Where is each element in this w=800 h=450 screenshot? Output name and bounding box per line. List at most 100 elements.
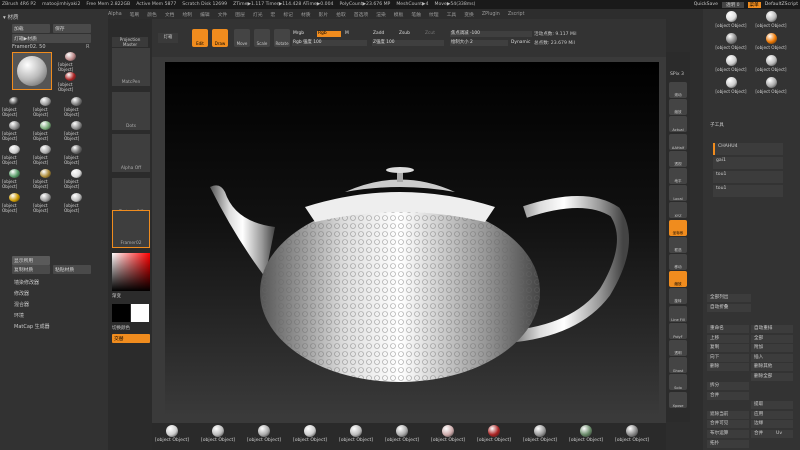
shelf-item[interactable]: [object Object] [522, 425, 558, 443]
menu-item[interactable]: 文件 [218, 11, 228, 18]
tool-thumbnail[interactable]: Dots [112, 92, 150, 130]
copy-material-button[interactable]: 复制材质 [12, 265, 50, 274]
material-subpalette[interactable]: MatCap 生成器 [14, 323, 50, 330]
menu-button[interactable]: 菜单 [747, 1, 761, 8]
spix-slider[interactable]: SPix 3 [670, 72, 684, 77]
shelf-item[interactable]: [object Object] [246, 425, 282, 443]
material-item[interactable]: [object Object] [2, 193, 26, 213]
subtool-action-button[interactable]: 删除其他 [751, 363, 793, 371]
zcut-button[interactable]: Zcut [424, 31, 444, 37]
menu-item[interactable]: 颜色 [147, 11, 157, 18]
subtool-action-button[interactable]: 合并可见 [707, 420, 749, 428]
material-item[interactable]: [object Object] [2, 97, 26, 117]
move-button[interactable]: Move [234, 29, 250, 47]
view-control-icon[interactable]: 移动 [669, 254, 687, 270]
tool-item[interactable]: [object Object] [753, 11, 789, 31]
main-color-swatch[interactable] [112, 304, 130, 322]
menu-item[interactable]: 变换 [464, 11, 474, 18]
view-control-icon[interactable]: XYZ [669, 202, 687, 219]
menu-item[interactable]: 绘制 [182, 11, 192, 18]
switch-color-button[interactable]: 切换颜色 [112, 325, 130, 331]
subtool-header[interactable]: 子工具 [707, 122, 797, 130]
view-control-icon[interactable]: 坐标系 [669, 219, 687, 236]
material-subpalette[interactable]: 墙染修改器 [14, 279, 39, 286]
shelf-item[interactable]: [object Object] [384, 425, 420, 443]
shelf-item[interactable]: [object Object] [476, 425, 512, 443]
teapot-model[interactable] [165, 62, 659, 417]
list-all-button[interactable]: 全部列出 [707, 294, 751, 302]
menu-item[interactable]: 文档 [165, 11, 175, 18]
material-subpalette[interactable]: 混合器 [14, 301, 29, 308]
tool-item[interactable]: [object Object] [713, 33, 749, 53]
draw-size-slider[interactable]: 绘制大小 2 [450, 40, 508, 46]
dynamic-button[interactable]: Dynamic [510, 40, 532, 46]
view-control-icon[interactable]: 透视 [669, 150, 687, 167]
menu-item[interactable]: Zscript [508, 12, 525, 17]
paste-material-button[interactable]: 粘贴材质 [53, 265, 91, 274]
material-item[interactable]: [object Object] [33, 121, 57, 141]
material-item[interactable]: [object Object] [64, 193, 88, 213]
subtool-item[interactable]: tou1 [713, 185, 783, 197]
material-item[interactable]: [object Object] [64, 121, 88, 141]
material-item[interactable]: [object Object] [33, 193, 57, 213]
tool-thumbnail[interactable]: Alpha Off [112, 134, 150, 172]
view-control-icon[interactable]: 透明 [669, 340, 687, 356]
focal-shift-slider[interactable]: 焦点调减 -100 [450, 31, 532, 37]
menu-item[interactable]: 工具 [447, 11, 457, 18]
menu-item[interactable]: 渲染 [376, 11, 386, 18]
subtool-action-button[interactable]: 删除 [707, 363, 749, 371]
tool-thumbnail[interactable]: MatcPen [112, 48, 150, 86]
draw-button[interactable]: Draw [212, 29, 228, 47]
view-control-icon[interactable]: 框选 [669, 236, 687, 253]
material-item[interactable]: [object Object] [2, 121, 26, 141]
shelf-item[interactable]: [object Object] [430, 425, 466, 443]
shelf-item[interactable]: [object Object] [292, 425, 328, 443]
material-subpalette[interactable]: 环境 [14, 312, 24, 319]
subtool-action-button[interactable]: 删除全部 [751, 372, 793, 381]
material-item[interactable]: [object Object] [2, 145, 26, 165]
subtool-action-button[interactable]: 上移 [707, 334, 749, 343]
mrgb-button[interactable]: Mrgb [292, 31, 316, 37]
subtool-action-button[interactable]: 提取 [751, 401, 793, 409]
view-control-icon[interactable]: 缩放 [669, 99, 687, 116]
shelf-item[interactable]: [object Object] [614, 425, 650, 443]
menu-item[interactable]: 影片 [319, 11, 329, 18]
subtool-action-button[interactable]: 合并 [707, 391, 749, 400]
subtool-action-button[interactable]: 复制 [707, 344, 749, 352]
menu-item[interactable]: 笔触 [411, 11, 421, 18]
shelf-item[interactable]: [object Object] [154, 425, 190, 443]
material-subpalette[interactable]: 修改器 [14, 290, 29, 297]
subtool-item[interactable]: tou1 [713, 171, 783, 183]
view-control-icon[interactable]: 缩放 [669, 271, 687, 288]
tool-item[interactable]: [object Object] [713, 55, 749, 75]
subtool-action-button[interactable]: 布尔运算 [707, 429, 749, 438]
menu-item[interactable]: 编辑 [200, 11, 210, 18]
subtool-action-button[interactable]: 重命名 [707, 325, 749, 333]
canvas[interactable] [165, 62, 659, 417]
menu-item[interactable]: 笔刷 [130, 11, 140, 18]
view-control-icon[interactable]: 地平 [669, 168, 687, 184]
menu-item[interactable]: Alpha [108, 12, 122, 17]
color-picker[interactable] [112, 253, 150, 291]
save-button[interactable]: 保存 [53, 24, 91, 33]
rgb-button[interactable]: Rgb [317, 31, 341, 37]
tool-item[interactable]: [object Object] [713, 11, 749, 31]
material-item[interactable]: [object Object] [64, 169, 88, 189]
menu-item[interactable]: 拾取 [336, 11, 346, 18]
shelf-item[interactable]: [object Object] [338, 425, 374, 443]
view-control-icon[interactable]: 旋转 [669, 288, 687, 305]
view-control-icon[interactable]: PolyF [669, 322, 687, 339]
view-control-icon[interactable]: Line Fill [669, 305, 687, 322]
menu-item[interactable]: 标记 [283, 11, 293, 18]
subtool-item[interactable]: gai1 [713, 157, 783, 169]
material-item[interactable]: [object Object] [64, 145, 88, 165]
subtool-action-button[interactable]: 自动重排 [751, 325, 793, 333]
material-item[interactable]: [object Object] [2, 169, 26, 189]
edit-button[interactable]: Edit [192, 29, 208, 47]
subtool-action-button[interactable]: 遮除当前 [707, 410, 749, 419]
menu-item[interactable]: 图层 [235, 11, 245, 18]
view-control-icon[interactable]: Solo [669, 374, 687, 391]
rotate-button[interactable]: Rotate [274, 29, 290, 47]
material-item[interactable]: [object Object] [33, 145, 57, 165]
tool-item[interactable]: [object Object] [753, 33, 789, 53]
